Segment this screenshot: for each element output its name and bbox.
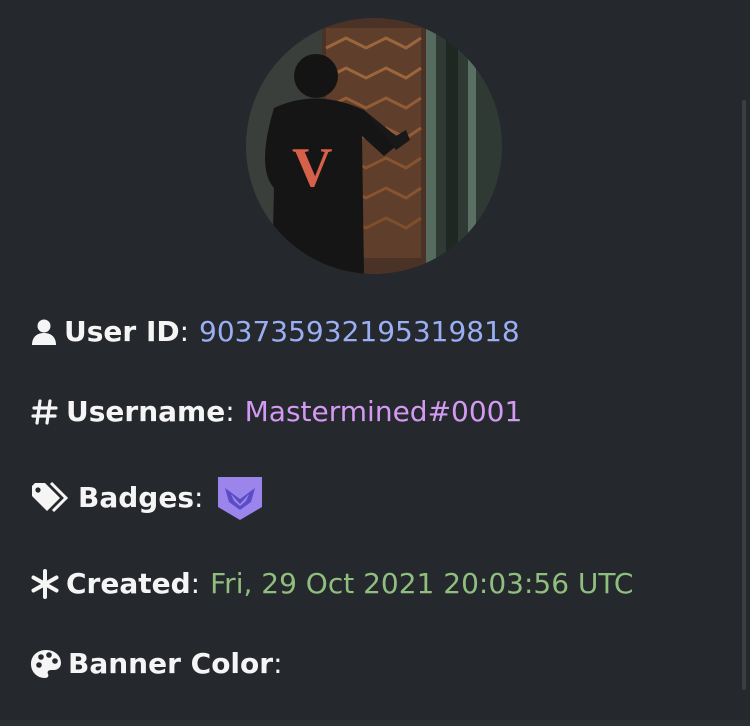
avatar[interactable]: V [246,18,502,274]
created-label: Created [66,567,191,600]
banner-color-separator: : [273,647,283,680]
banner-color-row: Banner Color : [30,644,293,684]
user-id-separator: : [179,315,190,348]
hypesquad-badge-icon[interactable] [217,474,263,522]
user-id-label: User ID [64,315,180,348]
asterisk-icon [30,569,60,599]
banner-color-label: Banner Color [68,647,274,680]
avatar-image: V [246,18,502,274]
username-separator: : [225,395,235,428]
svg-text:V: V [292,137,332,199]
scrollbar[interactable] [742,100,746,690]
user-id-row: User ID : 903735932195319818 [30,312,520,352]
badges-label: Badges [78,481,194,514]
badges-row: Badges : [30,477,263,520]
created-separator: : [190,567,201,600]
user-id-value[interactable]: 903735932195319818 [199,312,520,352]
created-row: Created : Fri, 29 Oct 2021 20:03:56 UTC [30,564,633,604]
bottom-divider [0,720,750,726]
tags-icon [30,482,72,514]
profile-card: V User ID : 903735932195319818 Username … [0,0,750,726]
user-icon [30,318,58,346]
badges-separator: : [193,481,204,514]
username-value[interactable]: Mastermined#0001 [245,392,523,432]
created-value[interactable]: Fri, 29 Oct 2021 20:03:56 UTC [210,564,633,604]
username-label: Username [66,395,226,428]
username-row: Username : Mastermined#0001 [30,392,522,432]
hash-icon [30,397,60,427]
palette-icon [30,648,62,680]
